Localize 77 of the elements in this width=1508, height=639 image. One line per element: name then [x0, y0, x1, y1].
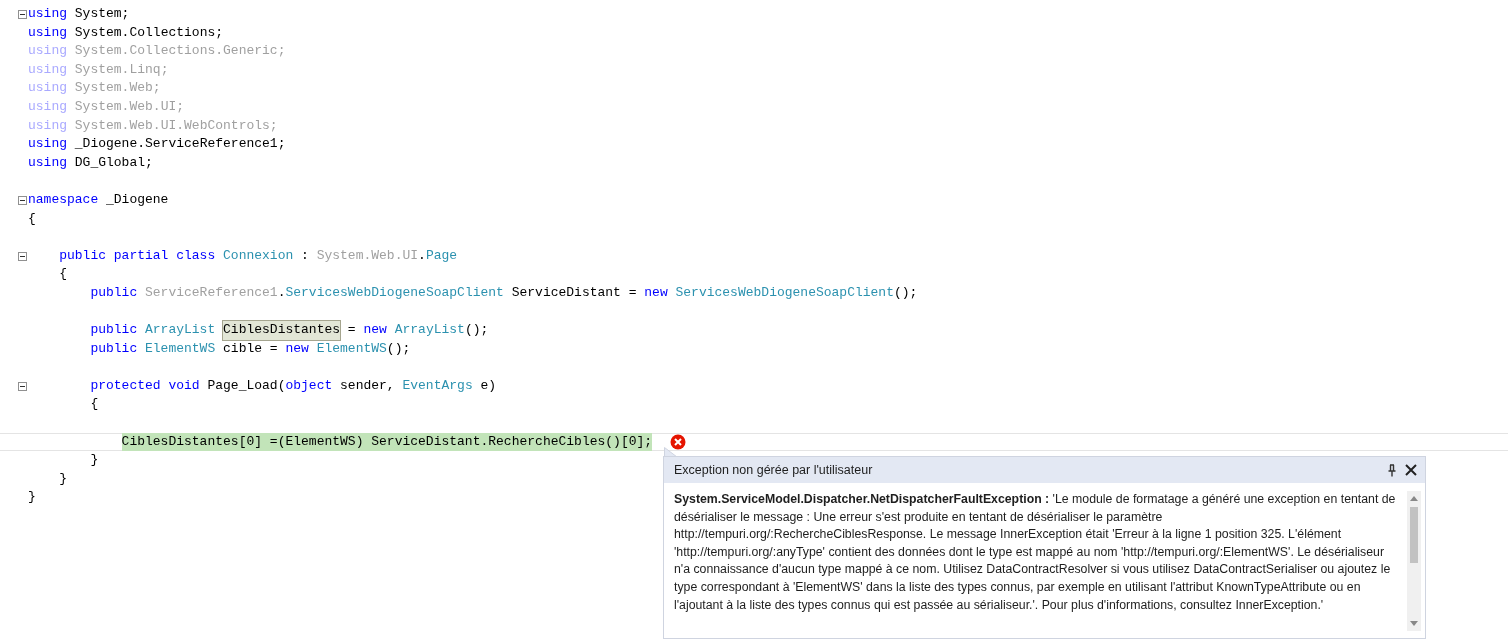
code-text: sender,	[340, 376, 395, 395]
highlighted-reference: CiblesDistantes	[223, 321, 341, 340]
type-name: ServicesWebDiogeneSoapClient	[285, 283, 504, 302]
unused-keyword: using	[28, 79, 67, 98]
code-text: ServiceDistant =	[511, 283, 637, 302]
code-text: {	[28, 209, 36, 228]
pin-button[interactable]	[1387, 463, 1397, 477]
type-name: EventArgs	[402, 376, 473, 395]
pin-icon	[1387, 463, 1397, 477]
code-text: cible =	[223, 339, 278, 358]
code-text: Page_Load(	[207, 376, 286, 395]
type-name: ArrayList	[394, 321, 465, 340]
collapse-icon[interactable]	[18, 195, 27, 205]
exception-message: System.ServiceModel.Dispatcher.NetDispatcherFaultException : 'Le module de formatage a généré une exception en tentant de désérialiser le message : Une erreur s'est produite en tentant de désérialiser le paramètre http://tempuri.org/:RechercheCiblesResponse. Le message InnerException était 'Erreur à la ligne 1 position 325. L'élément 'http://tempuri.org/:anyType' contient des données dont le type est mappé au nom 'http://tempuri.org/:ElementWS'. Le désérialiseur n'a connaissance d'aucun type mappé à ce nom. Utilisez DataContractResolver si vous utilisez DataContractSerialiser ou ajoutez le type correspondant à 'ElementWS' dans la liste des types connus, par exemple en utilisant l'attribut KnownTypeAttribute ou en l'ajoutant à la liste des types connus qui est passée au sérialiseur.'. Pour plus d'informations, consultez InnerException.'	[674, 491, 1397, 614]
keyword: public	[90, 283, 138, 302]
type-name: Page	[425, 246, 458, 265]
keyword: public	[59, 246, 106, 265]
code-text: e)	[480, 376, 497, 395]
collapse-icon[interactable]	[18, 9, 27, 19]
code-text: _Diogene.ServiceReference1;	[74, 135, 286, 154]
keyword: public	[90, 321, 138, 340]
code-text: }	[28, 488, 36, 507]
code-text: ();	[386, 339, 411, 358]
unused-keyword: using	[28, 60, 67, 79]
code-text: :	[301, 246, 309, 265]
code-text: DG_Global;	[74, 153, 153, 172]
unused-code: System.Web.UI	[316, 246, 419, 265]
code-text: =	[347, 321, 356, 340]
type-name: ElementWS	[145, 339, 216, 358]
code-text: .	[418, 246, 426, 265]
keyword: new	[285, 339, 309, 358]
unused-code: System.Linq;	[74, 60, 169, 79]
keyword: using	[28, 5, 67, 23]
unused-code: System.Collections.Generic;	[74, 42, 286, 61]
scroll-thumb[interactable]	[1410, 507, 1418, 563]
unused-code: System.Web;	[74, 79, 161, 98]
unused-keyword: using	[28, 97, 67, 116]
type-name: ElementWS	[316, 339, 387, 358]
code-text: ();	[893, 283, 918, 302]
scroll-up-icon[interactable]	[1410, 495, 1418, 501]
popup-title: Exception non gérée par l'utilisateur	[674, 461, 874, 479]
keyword: void	[168, 376, 200, 395]
code-text: {	[59, 265, 67, 284]
collapse-icon[interactable]	[18, 381, 27, 391]
keyword: using	[28, 153, 67, 172]
code-text: System;	[74, 5, 130, 23]
type-name: ArrayList	[145, 321, 216, 340]
collapse-icon[interactable]	[18, 251, 27, 261]
keyword: new	[363, 321, 387, 340]
unused-code: System.Web.UI.WebControls;	[74, 116, 278, 135]
keyword: class	[176, 246, 216, 265]
code-text: System.Collections;	[74, 23, 224, 42]
keyword: object	[285, 376, 333, 395]
unused-code: System.Web.UI;	[74, 97, 185, 116]
code-text: .	[277, 283, 286, 302]
type-name: ServicesWebDiogeneSoapClient	[675, 283, 894, 302]
keyword: new	[644, 283, 668, 302]
scroll-down-icon[interactable]	[1410, 621, 1418, 627]
code-text: }	[90, 451, 99, 470]
highlighted-statement: CiblesDistantes[0] =(ElementWS) ServiceDistant.RechercheCibles()[0];	[121, 432, 653, 452]
keyword: partial	[113, 246, 169, 265]
scrollbar[interactable]	[1407, 491, 1421, 631]
type-name: Connexion	[223, 246, 294, 265]
keyword: using	[28, 135, 67, 154]
keyword: public	[90, 339, 138, 358]
keyword: protected	[90, 376, 161, 395]
close-button[interactable]	[1405, 464, 1417, 476]
code-text: ();	[464, 321, 489, 340]
code-text: _Diogene	[106, 190, 169, 209]
code-text: }	[59, 469, 67, 488]
keyword: namespace	[28, 190, 99, 209]
unused-code: ServiceReference1	[145, 283, 278, 302]
unused-keyword: using	[28, 42, 67, 61]
code-text: {	[90, 395, 99, 414]
close-icon	[1405, 464, 1417, 476]
keyword: using	[28, 23, 67, 42]
unused-keyword: using	[28, 116, 67, 135]
